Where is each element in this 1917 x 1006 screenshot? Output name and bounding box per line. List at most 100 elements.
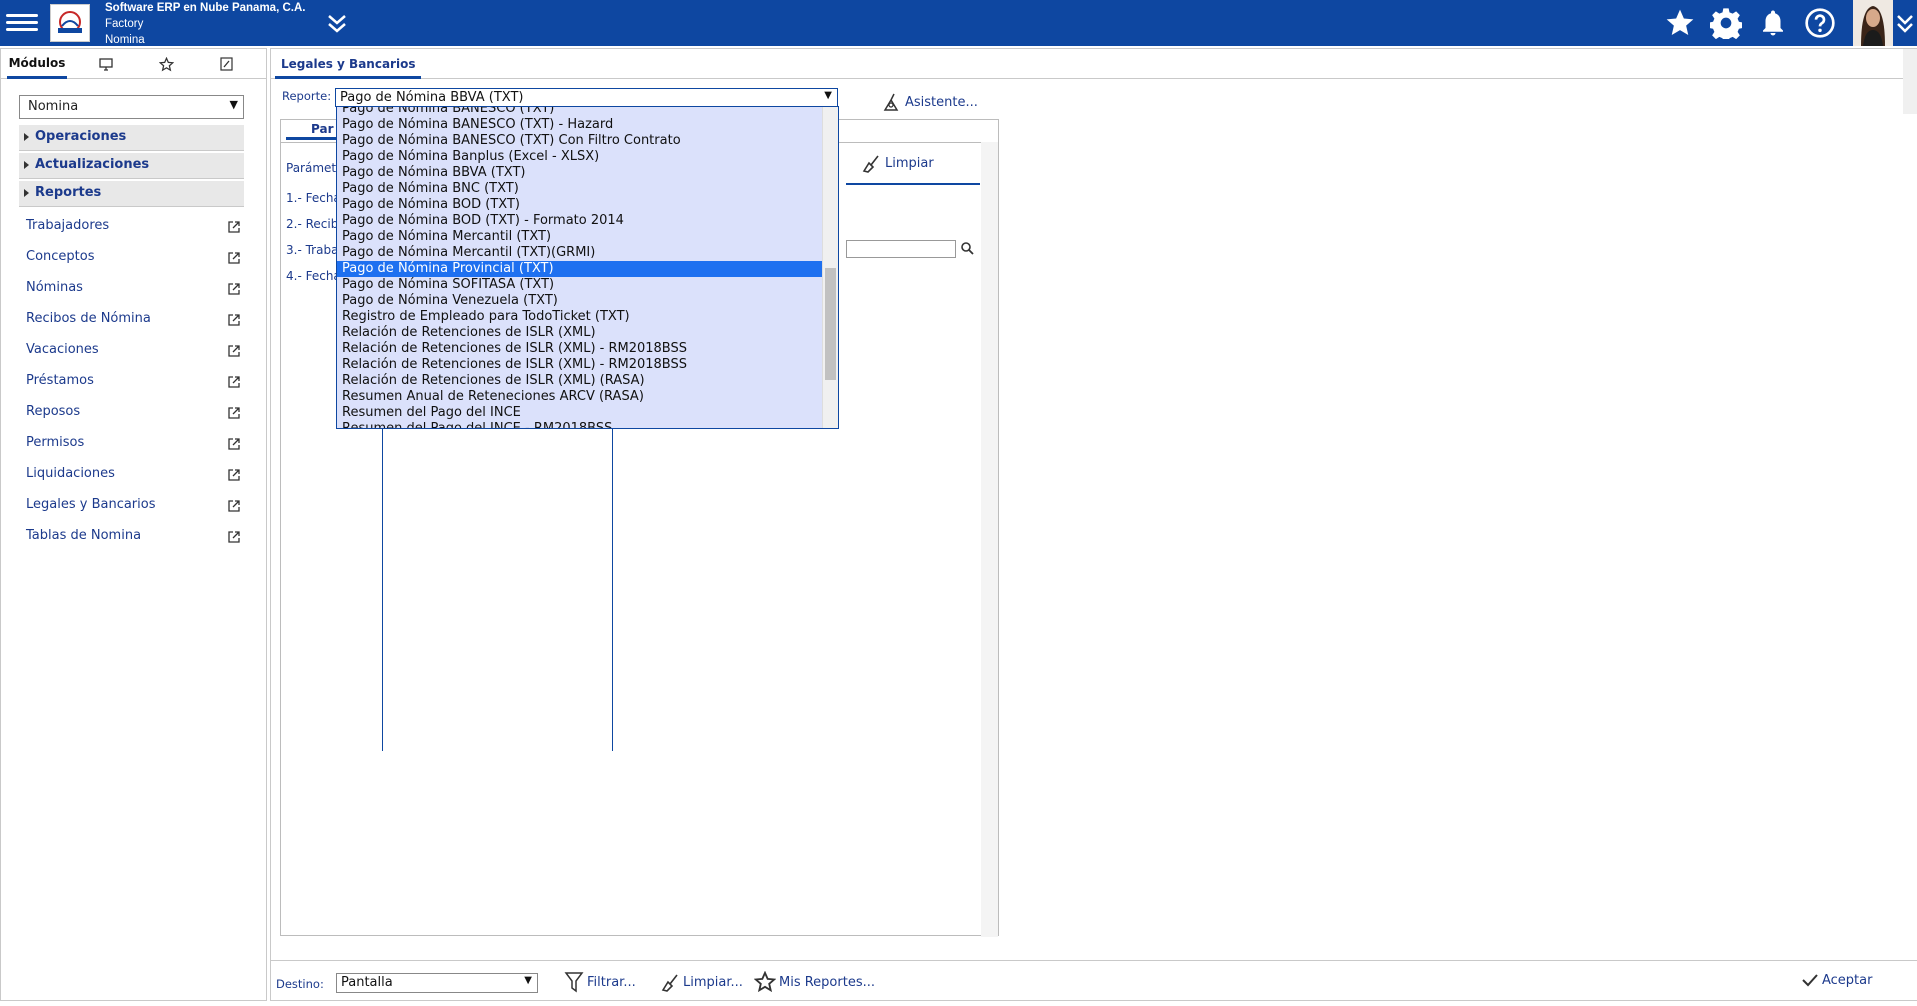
dropdown-option[interactable]: Pago de Nómina BBVA (TXT) <box>337 165 823 181</box>
dropdown-option[interactable]: Pago de Nómina Mercantil (TXT)(GRMI) <box>337 245 823 261</box>
sidebar-item-prestamos[interactable]: Préstamos <box>26 373 241 393</box>
sidebar-item-trabajadores[interactable]: Trabajadores <box>26 218 241 238</box>
sidebar-item-label: Recibos de Nómina <box>26 311 151 326</box>
search-input[interactable] <box>846 240 956 258</box>
caret-right-icon <box>24 189 29 197</box>
sidebar-item-tablas[interactable]: Tablas de Nomina <box>26 528 241 548</box>
sidebar-item-nominas[interactable]: Nóminas <box>26 280 241 300</box>
aceptar-label: Aceptar <box>1822 972 1873 988</box>
external-link-icon <box>228 469 240 481</box>
dropdown-option[interactable]: Relación de Retenciones de ISLR (XML) - … <box>337 341 823 357</box>
caret-right-icon <box>24 133 29 141</box>
chevron-down-icon: ▼ <box>524 975 532 986</box>
avatar[interactable] <box>1853 0 1893 46</box>
star-icon[interactable] <box>1662 6 1698 40</box>
gear-icon[interactable] <box>1708 6 1744 40</box>
dropdown-option[interactable]: Registro de Empleado para TodoTicket (TX… <box>337 309 823 325</box>
sidebar-item-label: Nóminas <box>26 280 83 295</box>
dropdown-option[interactable]: Resumen del Pago del INCE - RM2018BSS <box>337 421 823 428</box>
scrollbar[interactable] <box>981 142 998 937</box>
section-label: Operaciones <box>35 129 127 144</box>
parametros-label: Parámetr <box>286 161 342 175</box>
limpiar-button[interactable]: Limpiar <box>861 153 934 173</box>
external-link-icon <box>228 221 240 233</box>
search-icon[interactable] <box>960 240 976 258</box>
chevron-down-icon: ▼ <box>824 90 832 101</box>
external-link-icon <box>228 531 240 543</box>
sidebar-item-reposos[interactable]: Reposos <box>26 404 241 424</box>
aceptar-button[interactable]: Aceptar <box>1801 971 1872 989</box>
dropdown-option[interactable]: Resumen del Pago del INCE <box>337 405 823 421</box>
branch-name: Factory <box>105 18 144 30</box>
bell-icon[interactable] <box>1755 6 1791 40</box>
dropdown-options: Pago de Nómina BANESCO (TXT) Pago de Nóm… <box>337 107 823 428</box>
reporte-dropdown-list[interactable]: Pago de Nómina BANESCO (TXT) Pago de Nóm… <box>336 106 839 429</box>
dropdown-option[interactable]: Relación de Retenciones de ISLR (XML) - … <box>337 357 823 373</box>
dropdown-option[interactable]: Pago de Nómina BANESCO (TXT) Con Filtro … <box>337 133 823 149</box>
double-chevron-icon[interactable] <box>1895 10 1915 36</box>
reporte-select[interactable]: Pago de Nómina BBVA (TXT) ▼ <box>335 88 838 107</box>
dropdown-option[interactable]: Pago de Nómina Banplus (Excel - XLSX) <box>337 149 823 165</box>
dropdown-option[interactable]: Relación de Retenciones de ISLR (XML) <box>337 325 823 341</box>
monitor-icon[interactable] <box>91 49 121 79</box>
sidebar-item-label: Tablas de Nomina <box>26 528 142 543</box>
external-link-icon <box>228 314 240 326</box>
dropdown-option-selected[interactable]: Pago de Nómina Provincial (TXT) <box>337 261 823 277</box>
limpiar-label: Limpiar <box>885 155 934 171</box>
sidebar-item-liquidaciones[interactable]: Liquidaciones <box>26 466 241 486</box>
mis-reportes-button[interactable]: Mis Reportes... <box>754 971 875 993</box>
menu-icon[interactable] <box>6 10 38 36</box>
param-row: 4.- Fecha <box>286 269 341 283</box>
sidebar-item-label: Trabajadores <box>26 218 110 233</box>
wizard-icon <box>883 93 899 111</box>
sidebar-item-legales[interactable]: Legales y Bancarios <box>26 497 241 517</box>
sidebar-item-permisos[interactable]: Permisos <box>26 435 241 455</box>
sidebar-item-label: Conceptos <box>26 249 95 264</box>
sidebar-item-label: Vacaciones <box>26 342 99 357</box>
dropdown-option[interactable]: Pago de Nómina BANESCO (TXT) <box>337 107 823 117</box>
filtrar-button[interactable]: Filtrar... <box>564 971 636 993</box>
tab-modulos[interactable]: Módulos <box>7 49 67 79</box>
check-icon <box>1802 974 1818 987</box>
divider <box>846 183 980 185</box>
dropdown-option[interactable]: Relación de Retenciones de ISLR (XML) (R… <box>337 373 823 389</box>
asistente-button[interactable]: Asistente... <box>881 92 978 112</box>
section-reportes[interactable]: Reportes <box>19 181 244 207</box>
dropdown-option[interactable]: Pago de Nómina BOD (TXT) - Formato 2014 <box>337 213 823 229</box>
tab-legales-bancarios[interactable]: Legales y Bancarios <box>275 49 422 79</box>
external-link-icon <box>228 500 240 512</box>
sidebar-item-label: Reposos <box>26 404 81 419</box>
sidebar-item-vacaciones[interactable]: Vacaciones <box>26 342 241 362</box>
scrollbar-thumb[interactable] <box>825 268 836 380</box>
section-label: Actualizaciones <box>35 157 150 172</box>
sidebar-item-label: Liquidaciones <box>26 466 115 481</box>
chevron-down-icon: ▼ <box>229 98 238 111</box>
sidebar-item-label: Legales y Bancarios <box>26 497 156 512</box>
sidebar-item-recibos[interactable]: Recibos de Nómina <box>26 311 241 331</box>
section-operaciones[interactable]: Operaciones <box>19 125 244 151</box>
caret-right-icon <box>24 161 29 169</box>
dropdown-option[interactable]: Pago de Nómina SOFITASA (TXT) <box>337 277 823 293</box>
broom-icon <box>661 974 678 992</box>
scrollbar[interactable] <box>1903 49 1917 114</box>
help-icon[interactable] <box>1802 6 1838 40</box>
double-chevron-icon[interactable] <box>325 10 349 36</box>
scrollbar[interactable] <box>822 107 838 428</box>
dropdown-option[interactable]: Pago de Nómina BNC (TXT) <box>337 181 823 197</box>
sidebar-item-conceptos[interactable]: Conceptos <box>26 249 241 269</box>
dropdown-option[interactable]: Resumen Anual de Reteneciones ARCV (RASA… <box>337 389 823 405</box>
dropdown-option[interactable]: Pago de Nómina BOD (TXT) <box>337 197 823 213</box>
external-link-icon <box>228 407 240 419</box>
destino-select[interactable]: Pantalla ▼ <box>336 973 538 993</box>
logo-icon <box>50 4 90 42</box>
dropdown-option[interactable]: Pago de Nómina Venezuela (TXT) <box>337 293 823 309</box>
star-icon[interactable] <box>151 49 181 79</box>
bottom-toolbar: Destino: Pantalla ▼ Filtrar... Limpiar..… <box>271 960 1917 1002</box>
module-select[interactable]: Nomina ▼ <box>19 95 244 119</box>
section-actualizaciones[interactable]: Actualizaciones <box>19 153 244 179</box>
edit-icon[interactable] <box>211 49 241 79</box>
dropdown-option[interactable]: Pago de Nómina Mercantil (TXT) <box>337 229 823 245</box>
sidebar: Módulos Nomina ▼ Operaciones Actualizaci… <box>0 48 267 1001</box>
limpiar-bottom-button[interactable]: Limpiar... <box>660 971 743 993</box>
dropdown-option[interactable]: Pago de Nómina BANESCO (TXT) - Hazard <box>337 117 823 133</box>
